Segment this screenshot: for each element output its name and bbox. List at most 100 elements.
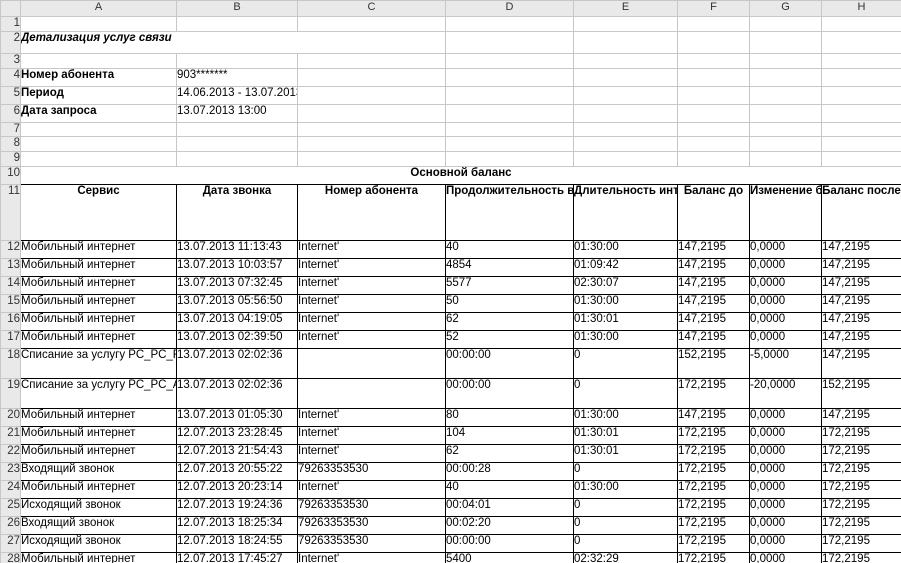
row-num[interactable]: 2 bbox=[1, 31, 21, 53]
cell-service[interactable]: Исходящий звонок bbox=[21, 534, 177, 552]
cell-change[interactable]: 0,0000 bbox=[750, 516, 822, 534]
table-row[interactable]: 24Мобильный интернет12.07.2013 20:23:14I… bbox=[1, 480, 901, 498]
cell-change[interactable]: 0,0000 bbox=[750, 330, 822, 348]
cell-sub[interactable]: Internet' bbox=[298, 276, 446, 294]
cell-sub[interactable]: Internet' bbox=[298, 312, 446, 330]
table-row[interactable]: 12Мобильный интернет13.07.2013 11:13:43I… bbox=[1, 240, 901, 258]
cell-sub[interactable]: Internet' bbox=[298, 240, 446, 258]
cell-sess[interactable]: 0 bbox=[574, 516, 678, 534]
cell-change[interactable]: -20,0000 bbox=[750, 378, 822, 408]
row-num[interactable]: 23 bbox=[1, 462, 21, 480]
cell-date[interactable]: 12.07.2013 20:23:14 bbox=[177, 480, 298, 498]
cell-before[interactable]: 147,2195 bbox=[678, 276, 750, 294]
row-num[interactable]: 16 bbox=[1, 312, 21, 330]
col-header-G[interactable]: G bbox=[750, 1, 822, 17]
table-row[interactable]: 15Мобильный интернет13.07.2013 05:56:50I… bbox=[1, 294, 901, 312]
cell-after[interactable]: 147,2195 bbox=[822, 330, 901, 348]
cell-date[interactable]: 12.07.2013 19:24:36 bbox=[177, 498, 298, 516]
cell-dur[interactable]: 40 bbox=[446, 480, 574, 498]
cell-service[interactable]: Мобильный интернет bbox=[21, 408, 177, 426]
cell-service[interactable]: Мобильный интернет bbox=[21, 276, 177, 294]
cell-change[interactable]: 0,0000 bbox=[750, 462, 822, 480]
row-num[interactable]: 1 bbox=[1, 17, 21, 32]
cell-sub[interactable]: Internet' bbox=[298, 294, 446, 312]
cell-change[interactable]: 0,0000 bbox=[750, 480, 822, 498]
table-row[interactable]: 22Мобильный интернет12.07.2013 21:54:43I… bbox=[1, 444, 901, 462]
cell-sub[interactable]: 79263353530 bbox=[298, 534, 446, 552]
cell-dur[interactable]: 62 bbox=[446, 444, 574, 462]
row-num[interactable]: 20 bbox=[1, 408, 21, 426]
cell-sess[interactable]: 02:30:07 bbox=[574, 276, 678, 294]
row-num[interactable]: 9 bbox=[1, 152, 21, 167]
cell-date[interactable]: 13.07.2013 07:32:45 bbox=[177, 276, 298, 294]
cell-date[interactable]: 12.07.2013 18:24:55 bbox=[177, 534, 298, 552]
cell-after[interactable]: 172,2195 bbox=[822, 516, 901, 534]
cell-sess[interactable]: 0 bbox=[574, 498, 678, 516]
cell-date[interactable]: 12.07.2013 18:25:34 bbox=[177, 516, 298, 534]
cell-sub[interactable]: Internet' bbox=[298, 426, 446, 444]
cell-change[interactable]: 0,0000 bbox=[750, 294, 822, 312]
cell-before[interactable]: 147,2195 bbox=[678, 408, 750, 426]
cell-date[interactable]: 13.07.2013 10:03:57 bbox=[177, 258, 298, 276]
cell-change[interactable]: 0,0000 bbox=[750, 426, 822, 444]
cell-date[interactable]: 12.07.2013 20:55:22 bbox=[177, 462, 298, 480]
cell-dur[interactable]: 52 bbox=[446, 330, 574, 348]
cell-change[interactable]: 0,0000 bbox=[750, 552, 822, 563]
cell-after[interactable]: 147,2195 bbox=[822, 258, 901, 276]
cell-before[interactable]: 172,2195 bbox=[678, 378, 750, 408]
cell-after[interactable]: 172,2195 bbox=[822, 480, 901, 498]
row-num[interactable]: 15 bbox=[1, 294, 21, 312]
row-num[interactable]: 24 bbox=[1, 480, 21, 498]
cell-service[interactable]: Мобильный интернет bbox=[21, 426, 177, 444]
cell-before[interactable]: 172,2195 bbox=[678, 444, 750, 462]
row-num[interactable]: 19 bbox=[1, 378, 21, 408]
table-row[interactable]: 16Мобильный интернет13.07.2013 04:19:05I… bbox=[1, 312, 901, 330]
table-row[interactable]: 21Мобильный интернет12.07.2013 23:28:45I… bbox=[1, 426, 901, 444]
cell-sub[interactable]: 79263353530 bbox=[298, 516, 446, 534]
row-num[interactable]: 28 bbox=[1, 552, 21, 563]
cell-change[interactable]: 0,0000 bbox=[750, 240, 822, 258]
cell-service[interactable]: Мобильный интернет bbox=[21, 312, 177, 330]
row-num[interactable]: 26 bbox=[1, 516, 21, 534]
cell-before[interactable]: 152,2195 bbox=[678, 348, 750, 378]
row-num[interactable]: 12 bbox=[1, 240, 21, 258]
cell-after[interactable]: 172,2195 bbox=[822, 552, 901, 563]
row-num[interactable]: 17 bbox=[1, 330, 21, 348]
spreadsheet-grid[interactable]: A B C D E F G H 1 2 Детализация услуг св… bbox=[0, 0, 901, 563]
cell-sub[interactable]: 79263353530 bbox=[298, 462, 446, 480]
cell-date[interactable]: 12.07.2013 23:28:45 bbox=[177, 426, 298, 444]
table-row[interactable]: 19Списание за услугу РС_РС_ALL50013.07.2… bbox=[1, 378, 901, 408]
row-num[interactable]: 11 bbox=[1, 184, 21, 240]
col-header-A[interactable]: A bbox=[21, 1, 177, 17]
cell-date[interactable]: 12.07.2013 17:45:27 bbox=[177, 552, 298, 563]
cell-after[interactable]: 147,2195 bbox=[822, 312, 901, 330]
cell-sess[interactable]: 02:32:29 bbox=[574, 552, 678, 563]
row-num[interactable]: 6 bbox=[1, 104, 21, 122]
cell-sub[interactable] bbox=[298, 378, 446, 408]
cell-service[interactable]: Мобильный интернет bbox=[21, 444, 177, 462]
cell-dur[interactable]: 104 bbox=[446, 426, 574, 444]
row-num[interactable]: 22 bbox=[1, 444, 21, 462]
cell-change[interactable]: 0,0000 bbox=[750, 258, 822, 276]
cell-sess[interactable]: 0 bbox=[574, 378, 678, 408]
cell-dur[interactable]: 00:02:20 bbox=[446, 516, 574, 534]
cell-sess[interactable]: 01:09:42 bbox=[574, 258, 678, 276]
cell-dur[interactable]: 00:00:28 bbox=[446, 462, 574, 480]
cell-sess[interactable]: 0 bbox=[574, 348, 678, 378]
cell-date[interactable]: 13.07.2013 05:56:50 bbox=[177, 294, 298, 312]
row-num[interactable]: 7 bbox=[1, 122, 21, 137]
cell-service[interactable]: Мобильный интернет bbox=[21, 240, 177, 258]
table-row[interactable]: 20Мобильный интернет13.07.2013 01:05:30I… bbox=[1, 408, 901, 426]
cell-dur[interactable]: 40 bbox=[446, 240, 574, 258]
cell-sess[interactable]: 0 bbox=[574, 534, 678, 552]
table-row[interactable]: 28Мобильный интернет12.07.2013 17:45:27I… bbox=[1, 552, 901, 563]
table-row[interactable]: 25Исходящий звонок12.07.2013 19:24:36792… bbox=[1, 498, 901, 516]
cell-service[interactable]: Мобильный интернет bbox=[21, 258, 177, 276]
cell-before[interactable]: 172,2195 bbox=[678, 426, 750, 444]
row-num[interactable]: 14 bbox=[1, 276, 21, 294]
cell-after[interactable]: 147,2195 bbox=[822, 294, 901, 312]
cell-sess[interactable]: 01:30:00 bbox=[574, 294, 678, 312]
cell-sess[interactable]: 01:30:01 bbox=[574, 426, 678, 444]
row-num[interactable]: 27 bbox=[1, 534, 21, 552]
cell-dur[interactable]: 00:00:00 bbox=[446, 348, 574, 378]
